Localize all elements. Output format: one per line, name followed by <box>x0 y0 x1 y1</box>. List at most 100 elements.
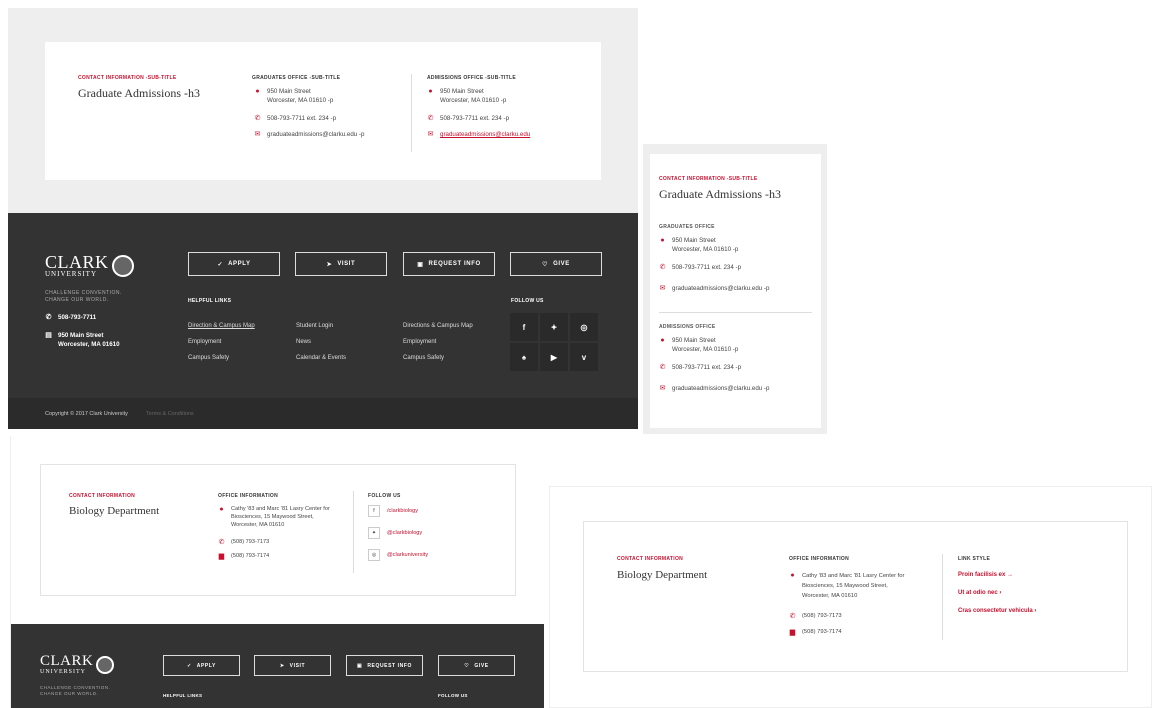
fax-text: (508) 793-7174 <box>231 553 270 559</box>
facebook-icon: f <box>368 505 380 517</box>
visit-button[interactable]: ➤ VISIT <box>295 252 387 276</box>
snapchat-icon[interactable]: ♠ <box>510 343 538 371</box>
twitter-icon[interactable]: ✦ <box>540 313 568 341</box>
tagline: CHALLENGE CONVENTION. CHANGE OUR WORLD. <box>45 290 122 304</box>
social-row[interactable]: ✦ @clarkbiology <box>368 527 428 539</box>
footer-address: ▤ 950 Main Street Worcester, MA 01610 <box>45 331 120 349</box>
phone-line: ✆ 508-793-7711 ext. 234 -p <box>659 263 819 272</box>
instagram-icon[interactable]: ◎ <box>570 313 598 341</box>
request-info-button[interactable]: ▣ REQUEST INFO <box>403 252 495 276</box>
envelope-icon: ✉ <box>659 285 666 292</box>
admissions-office-info: ● 950 Main Street Worcester, MA 01610 -p ✆… <box>427 87 587 139</box>
document-icon: ▣ <box>356 662 363 669</box>
twitter-icon: ✦ <box>368 527 380 539</box>
email-line: ✉ graduateadmissions@clarku.edu -p <box>254 130 404 139</box>
send-icon: ➤ <box>326 261 333 268</box>
address-city: Worcester, MA 01610 -p <box>672 246 739 253</box>
page-title: Biology Department <box>69 505 160 517</box>
map-pin-icon: ● <box>790 572 795 579</box>
copyright-text: Copyright © 2017 Clark University <box>45 411 128 417</box>
apply-button[interactable]: ✓ APPLY <box>188 252 280 276</box>
panel-mobile-contact: CONTACT INFORMATION -SUB-TITLE Graduate … <box>643 144 827 434</box>
admissions-office-info: ● 950 Main Street Worcester, MA 01610 -p ✆… <box>659 336 819 393</box>
admissions-office-subtitle: ADMISSIONS OFFICE <box>659 324 716 330</box>
page-title: Biology Department <box>617 569 708 581</box>
send-icon: ➤ <box>279 662 285 669</box>
facebook-icon[interactable]: f <box>510 313 538 341</box>
fax-text: (508) 793-7174 <box>802 629 842 635</box>
button-label: GIVE <box>553 261 570 267</box>
address-line-2: Biosciences, 15 Maywood Street, <box>802 583 888 589</box>
footer-link[interactable]: Employment <box>188 339 221 345</box>
page-title: Graduate Admissions -h3 <box>78 86 200 100</box>
address-street: 950 Main Street <box>672 337 716 344</box>
tagline-line: CHANGE OUR WORLD. <box>45 297 109 303</box>
vimeo-icon[interactable]: v <box>570 343 598 371</box>
visit-button[interactable]: ➤ VISIT <box>254 655 331 676</box>
social-link: @clarkbiology <box>387 529 423 536</box>
apply-button[interactable]: ✓ APPLY <box>163 655 240 676</box>
tagline: CHALLENGE CONVENTION. CHANGE OUR WORLD. <box>40 685 110 697</box>
contact-card: CONTACT INFORMATION -SUB-TITLE Graduate … <box>650 154 821 428</box>
social-links: f/clarkbiology ✦ @clarkbiology ◎ @clarkuni… <box>368 505 428 561</box>
tagline-line: CHALLENGE CONVENTION. <box>45 290 122 296</box>
youtube-icon[interactable]: ▶ <box>540 343 568 371</box>
email-link[interactable]: graduateadmissions@clarku.edu <box>440 130 530 139</box>
graduates-office-info: ● 950 Main Street Worcester, MA 01610 -p ✆… <box>659 236 819 293</box>
address-street: 950 Main Street <box>267 88 311 95</box>
email-text: graduateadmissions@clarku.edu -p <box>672 385 770 392</box>
panel-biology-links: CONTACT INFORMATION Biology Department O… <box>549 486 1152 708</box>
footer-link[interactable]: Calendar & Events <box>296 355 346 361</box>
footer-link[interactable]: Student Login <box>296 323 333 329</box>
address-line: ● 950 Main Street Worcester, MA 01610 -p <box>427 87 587 105</box>
office-information-subtitle: OFFICE INFORMATION <box>218 493 279 499</box>
phone-text: 508-793-7711 ext. 234 -p <box>672 364 742 371</box>
ut-at-odio-link[interactable]: Ut at odio nec › <box>958 590 1001 596</box>
divider <box>353 491 354 573</box>
address-city: Worcester, MA 01610 -p <box>672 346 739 353</box>
give-button[interactable]: ♡ GIVE <box>510 252 602 276</box>
phone-text: (508) 793-7173 <box>802 613 842 619</box>
footer-link[interactable]: Campus Safety <box>403 355 444 361</box>
phone-line: ✆ 508-793-7711 ext. 234 -p <box>427 114 587 123</box>
phone-line: ✆ 508-793-7711 ext. 234 -p <box>659 363 819 372</box>
address-line-1: Cathy '83 and Marc '81 Lasry Center for <box>802 573 905 579</box>
phone-text: 508-793-7711 <box>58 314 97 321</box>
request-info-button[interactable]: ▣ REQUEST INFO <box>346 655 423 676</box>
contact-subtitle: CONTACT INFORMATION <box>69 493 136 499</box>
heart-icon: ♡ <box>542 261 549 268</box>
clark-logo[interactable]: CLARK UNIVERSITY <box>45 253 134 278</box>
terms-link[interactable]: Terms & Conditions <box>146 411 194 417</box>
social-row[interactable]: f/clarkbiology <box>368 505 428 517</box>
site-footer: CLARK UNIVERSITY CHALLENGE CONVENTION. C… <box>11 624 544 708</box>
page-title: Graduate Admissions -h3 <box>659 187 781 201</box>
address-line-3: Worcester, MA 01610 <box>231 522 285 528</box>
cras-link[interactable]: Cras consectetur vehicula › <box>958 608 1036 614</box>
phone-line: ✆ (508) 793-7173 <box>789 612 939 621</box>
address-city: Worcester, MA 01610 <box>58 341 120 348</box>
proin-link[interactable]: Proin facilisis ex → <box>958 572 1013 578</box>
footer-link[interactable]: Campus Safety <box>188 355 229 361</box>
phone-text: 508-793-7711 ext. 234 -p <box>440 115 510 122</box>
footer-link[interactable]: Direction & Campus Map <box>188 323 255 329</box>
footer-link[interactable]: Employment <box>403 339 436 345</box>
fax-icon: ▆ <box>218 553 225 560</box>
panel-biology-follow: CONTACT INFORMATION Biology Department O… <box>10 436 544 708</box>
footer-link[interactable]: Directions & Campus Map <box>403 323 473 329</box>
contact-subtitle: CONTACT INFORMATION -SUB-TITLE <box>78 75 177 81</box>
checkmark-icon: ✓ <box>217 261 224 268</box>
phone-icon: ✆ <box>789 613 796 620</box>
graduates-office-subtitle: GRADUATES OFFICE <box>659 224 715 230</box>
panel-graduate-admissions: CONTACT INFORMATION -SUB-TITLE Graduate … <box>8 8 638 213</box>
address-line: ● Cathy '83 and Marc '81 Lasry Center for… <box>218 505 348 529</box>
logo-subword: UNIVERSITY <box>40 669 86 675</box>
footer-link[interactable]: News <box>296 339 311 345</box>
clark-logo[interactable]: CLARK UNIVERSITY <box>40 654 115 675</box>
fax-line: ▆ (508) 793-7174 <box>218 552 348 561</box>
seal-icon <box>96 655 115 674</box>
social-row[interactable]: ◎ @clarkuniversity <box>368 549 428 561</box>
give-button[interactable]: ♡ GIVE <box>438 655 515 676</box>
footer-phone[interactable]: ✆ 508-793-7711 <box>45 313 97 322</box>
envelope-icon: ✉ <box>254 131 261 138</box>
phone-text: 508-793-7711 ext. 234 -p <box>267 115 337 122</box>
